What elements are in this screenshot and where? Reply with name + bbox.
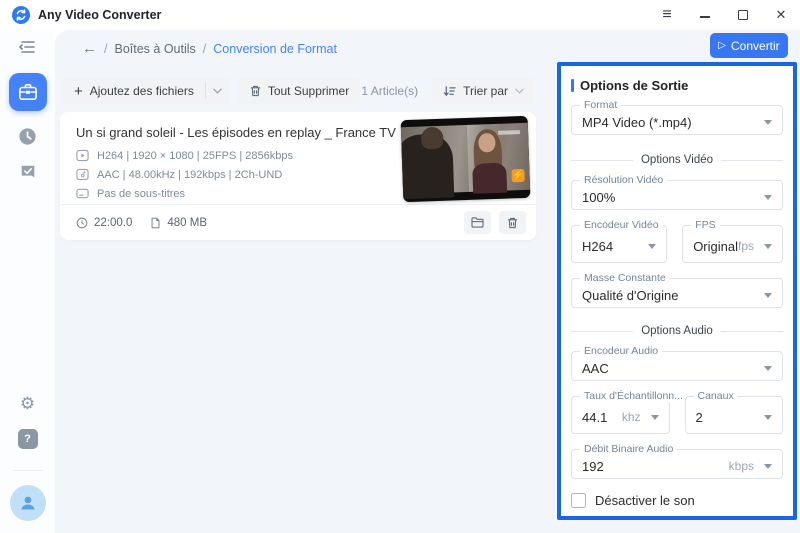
breadcrumb-item-toolbox[interactable]: Boîtes à Outils <box>114 42 195 56</box>
breadcrumb: ← / Boîtes à Outils / Conversion de Form… <box>82 40 337 57</box>
video-options-divider: Options Vidéo <box>571 154 783 166</box>
settings-gear-icon[interactable]: ⚙ <box>13 388 43 418</box>
app-title: Any Video Converter <box>38 8 161 22</box>
open-folder-button[interactable] <box>464 211 491 234</box>
breadcrumb-separator: / <box>203 42 206 56</box>
format-select[interactable]: Format MP4 Video (*.mp4) <box>571 105 783 135</box>
video-icon <box>76 149 89 162</box>
chevron-down-icon <box>651 415 659 420</box>
chevron-down-icon <box>764 366 772 371</box>
video-encoder-select[interactable]: Encodeur Vidéo H264 <box>571 225 667 263</box>
sort-label: Trier par <box>463 84 508 98</box>
close-icon[interactable]: ✕ <box>774 8 788 22</box>
convert-button[interactable]: ▷ Convertir <box>710 33 788 58</box>
chevron-down-icon <box>764 464 772 469</box>
lightning-badge-icon: ⚡ <box>511 169 524 182</box>
size-item: 480 MB <box>150 217 207 229</box>
chevron-down-icon <box>648 244 656 249</box>
mute-checkbox[interactable] <box>571 493 586 508</box>
menu-icon[interactable]: ≡ <box>660 8 674 22</box>
help-icon[interactable]: ? <box>13 424 43 454</box>
back-arrow-icon[interactable]: ← <box>82 40 97 57</box>
sort-icon <box>443 86 456 97</box>
add-files-label: Ajoutez des fichiers <box>90 84 194 98</box>
chevron-down-icon <box>764 244 772 249</box>
delete-all-label: Tout Supprimer <box>268 84 349 98</box>
plus-icon: + <box>74 83 83 100</box>
trash-icon <box>507 217 518 229</box>
quality-select[interactable]: Masse Constante Qualité d'Origine <box>571 278 783 308</box>
play-icon: ▷ <box>718 40 726 51</box>
file-icon <box>150 217 161 229</box>
chevron-down-icon <box>764 415 772 420</box>
header-accent-bar <box>571 79 574 92</box>
breadcrumb-separator: / <box>104 42 107 56</box>
sidebar-item-tasks[interactable] <box>13 157 43 187</box>
audio-icon <box>76 168 89 181</box>
sidebar: ⚙ ? <box>0 30 55 533</box>
app-logo-icon <box>12 6 30 24</box>
add-files-chevron-icon[interactable] <box>206 78 230 104</box>
sidebar-collapse-icon[interactable] <box>19 40 37 57</box>
sort-chevron-icon <box>515 88 524 94</box>
chevron-down-icon <box>764 120 772 125</box>
delete-file-button[interactable] <box>499 211 526 234</box>
file-card: Un si grand soleil - Les épisodes en rep… <box>60 112 536 240</box>
folder-icon <box>471 217 484 228</box>
sidebar-divider <box>13 470 43 471</box>
maximize-icon[interactable] <box>736 8 750 22</box>
chevron-down-icon <box>764 293 772 298</box>
user-avatar[interactable] <box>10 485 46 521</box>
subtitle-icon <box>76 187 89 200</box>
chevron-down-icon <box>764 195 772 200</box>
sort-button[interactable]: Trier par <box>432 78 535 104</box>
breadcrumb-item-conversion[interactable]: Conversion de Format <box>213 42 337 56</box>
bitrate-unit: kbps <box>729 459 754 473</box>
panel-title: Options de Sortie <box>580 78 688 93</box>
delete-all-button[interactable]: Tout Supprimer <box>239 78 360 104</box>
sample-rate-unit: khz <box>622 410 641 424</box>
file-card-footer: 22:00.0 480 MB <box>60 204 536 240</box>
item-count: 1 Article(s) <box>361 84 418 98</box>
trash-icon <box>250 85 261 97</box>
add-files-split-button: + Ajoutez des fichiers <box>63 78 230 104</box>
add-files-button[interactable]: + Ajoutez des fichiers <box>63 78 205 104</box>
channel-watermark <box>498 130 520 135</box>
mute-label: Désactiver le son <box>595 493 695 508</box>
sidebar-item-toolbox[interactable] <box>9 73 47 111</box>
video-thumbnail[interactable]: ⚡ <box>402 118 529 200</box>
mute-option[interactable]: Désactiver le son <box>571 493 783 508</box>
output-options-panel: Options de Sortie Format MP4 Video (*.mp… <box>557 62 797 520</box>
resolution-select[interactable]: Résolution Vidéo 100% <box>571 180 783 210</box>
minimize-icon[interactable] <box>698 8 712 22</box>
audio-encoder-select[interactable]: Encodeur Audio AAC <box>571 351 783 381</box>
convert-button-label: Convertir <box>731 39 780 53</box>
channels-select[interactable]: Canaux 2 <box>685 396 784 434</box>
bitrate-select[interactable]: Débit Binaire Audio 192 kbps <box>571 449 783 479</box>
duration-item: 22:00.0 <box>76 217 132 229</box>
clock-icon <box>76 217 88 229</box>
sidebar-item-history[interactable] <box>13 121 43 151</box>
fps-unit: fps <box>738 239 754 253</box>
sample-rate-select[interactable]: Taux d'Échantillonn... 44.1 khz <box>571 396 670 434</box>
list-toolbar: + Ajoutez des fichiers Tout Supprimer 1 … <box>63 78 535 104</box>
title-bar: Any Video Converter ≡ ✕ <box>0 0 800 30</box>
fps-select[interactable]: FPS Original fps <box>682 225 783 263</box>
audio-options-divider: Options Audio <box>571 325 783 337</box>
